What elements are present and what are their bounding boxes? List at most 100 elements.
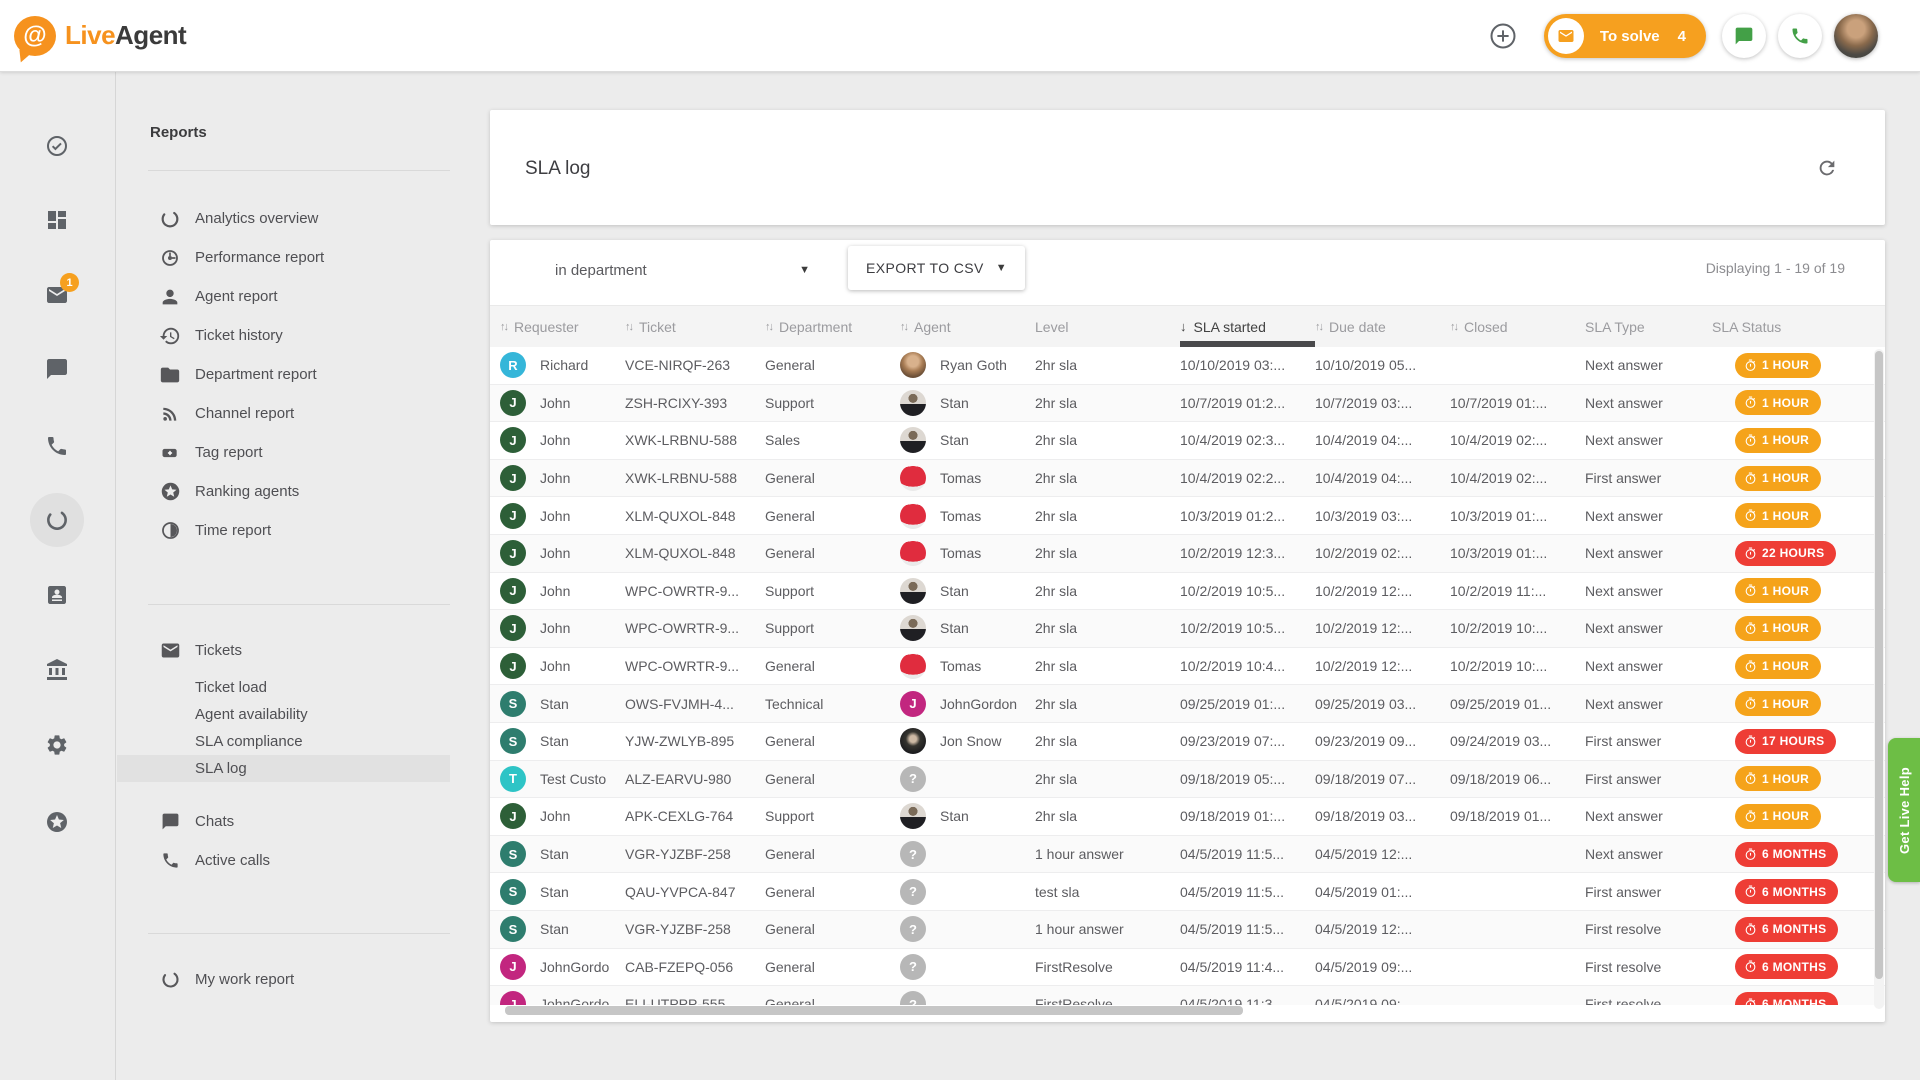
requester-avatar: S [500, 916, 526, 942]
menu-item-active-calls[interactable]: Active calls [117, 841, 450, 880]
table-row[interactable]: J John ZSH-RCIXY-393 Support Stan 2hr sl… [490, 385, 1885, 423]
requester-name: John [540, 620, 570, 636]
table-row[interactable]: S Stan YJW-ZWLYB-895 General Jon Snow 2h… [490, 723, 1885, 761]
table-row[interactable]: J JohnGordo ELI-UTPPP-555 General ? Firs… [490, 986, 1885, 1005]
menu-item-ranking-agents[interactable]: Ranking agents [117, 472, 450, 511]
mail-icon [1548, 18, 1584, 54]
menu-item-chats[interactable]: Chats [117, 802, 450, 841]
sla-type-cell: Next answer [1585, 696, 1712, 712]
rail-apps-button[interactable] [33, 798, 81, 846]
sla-type-cell: First answer [1585, 733, 1712, 749]
requester-name: John [540, 545, 570, 561]
rail-settings-button[interactable] [33, 721, 81, 769]
chats-button[interactable] [1722, 14, 1766, 58]
column-header-sla-type[interactable]: SLA Type [1585, 319, 1712, 335]
table-row[interactable]: J John XWK-LRBNU-588 General Tomas 2hr s… [490, 460, 1885, 498]
rail-calls-button[interactable] [33, 422, 81, 470]
sla-status-badge: 1 HOUR [1735, 654, 1821, 679]
table-row[interactable]: J John WPC-OWRTR-9... General Tomas 2hr … [490, 648, 1885, 686]
table-row[interactable]: J John WPC-OWRTR-9... Support Stan 2hr s… [490, 573, 1885, 611]
rail-chats-button[interactable] [33, 345, 81, 393]
menu-item-performance-report[interactable]: Performance report [117, 238, 450, 277]
requester-avatar: J [500, 615, 526, 641]
table-row[interactable]: T Test Custo ALZ-EARVU-980 General ? 2hr… [490, 761, 1885, 799]
rail-dashboard-button[interactable] [33, 196, 81, 244]
agent-avatar: J [900, 691, 926, 717]
plus-circle-icon [1488, 21, 1518, 51]
due-date-cell: 10/4/2019 04:... [1315, 432, 1450, 448]
column-header-requester[interactable]: ↑↓Requester [500, 319, 625, 335]
refresh-button[interactable] [1809, 150, 1845, 186]
table-row[interactable]: S Stan VGR-YJZBF-258 General ? 1 hour an… [490, 836, 1885, 874]
table-row[interactable]: R Richard VCE-NIRQF-263 General Ryan Got… [490, 347, 1885, 385]
menu-item-department-report[interactable]: Department report [117, 355, 450, 394]
due-date-cell: 10/7/2019 03:... [1315, 395, 1450, 411]
rail-tasks-button[interactable] [33, 122, 81, 170]
table-row[interactable]: J John XLM-QUXOL-848 General Tomas 2hr s… [490, 535, 1885, 573]
rail-contacts-button[interactable] [33, 571, 81, 619]
due-date-cell: 09/25/2019 03... [1315, 696, 1450, 712]
sla-status-badge: 1 HOUR [1735, 466, 1821, 491]
contact-card-icon [45, 583, 69, 607]
ticket-code: APK-CEXLG-764 [625, 808, 765, 824]
displaying-count: Displaying 1 - 19 of 19 [1706, 260, 1845, 276]
table-row[interactable]: J John WPC-OWRTR-9... Support Stan 2hr s… [490, 610, 1885, 648]
menu-subitem-agent-availability[interactable]: Agent availability [117, 701, 450, 728]
requester-name: John [540, 470, 570, 486]
menu-item-tickets[interactable]: Tickets [117, 631, 450, 670]
column-header-level[interactable]: Level [1035, 319, 1180, 335]
half-circle-icon [158, 519, 182, 543]
table-row[interactable]: S Stan OWS-FVJMH-4... Technical J JohnGo… [490, 685, 1885, 723]
liveagent-logo[interactable]: @ LiveAgent [14, 16, 186, 56]
menu-item-my-work-report[interactable]: My work report [117, 960, 450, 999]
column-header-agent[interactable]: ↑↓Agent [900, 319, 1035, 335]
menu-item-time-report[interactable]: Time report [117, 511, 450, 550]
column-header-department[interactable]: ↑↓Department [765, 319, 900, 335]
sla-status-badge: 6 MONTHS [1735, 954, 1838, 979]
table-row[interactable]: J John APK-CEXLG-764 Support Stan 2hr sl… [490, 798, 1885, 836]
department-cell: General [765, 545, 900, 561]
column-header-due-date[interactable]: ↑↓Due date [1315, 319, 1450, 335]
menu-subitem-ticket-load[interactable]: Ticket load [117, 674, 450, 701]
menu-item-agent-report[interactable]: Agent report [117, 277, 450, 316]
ticket-code: XLM-QUXOL-848 [625, 508, 765, 524]
agent-name: Tomas [940, 545, 981, 561]
horizontal-scrollbar-thumb[interactable] [505, 1006, 1243, 1015]
ticket-code: VGR-YJZBF-258 [625, 846, 765, 862]
dashboard-icon [45, 208, 69, 232]
export-to-csv-button[interactable]: EXPORT TO CSV ▼ [848, 246, 1025, 290]
table-row[interactable]: S Stan QAU-YVPCA-847 General ? test sla … [490, 873, 1885, 911]
requester-avatar: J [500, 803, 526, 829]
to-solve-button[interactable]: To solve 4 [1544, 14, 1706, 58]
table-row[interactable]: J JohnGordo CAB-FZEPQ-056 General ? Firs… [490, 949, 1885, 987]
vertical-scrollbar-thumb[interactable] [1875, 351, 1883, 979]
sla-type-cell: Next answer [1585, 545, 1712, 561]
user-avatar[interactable] [1834, 14, 1878, 58]
level-cell: FirstResolve [1035, 959, 1180, 975]
menu-item-channel-report[interactable]: Channel report [117, 394, 450, 433]
rail-reports-button[interactable] [33, 496, 81, 544]
department-filter-select[interactable]: in department ▼ [555, 254, 810, 286]
calls-button[interactable] [1778, 14, 1822, 58]
agent-avatar: ? [900, 991, 926, 1005]
get-live-help-tab[interactable]: Get Live Help [1888, 738, 1920, 882]
table-row[interactable]: J John XLM-QUXOL-848 General Tomas 2hr s… [490, 497, 1885, 535]
table-row[interactable]: S Stan VGR-YJZBF-258 General ? 1 hour an… [490, 911, 1885, 949]
requester-avatar: J [500, 540, 526, 566]
due-date-cell: 09/23/2019 09... [1315, 733, 1450, 749]
column-header-ticket[interactable]: ↑↓Ticket [625, 319, 765, 335]
table-row[interactable]: J John XWK-LRBNU-588 Sales Stan 2hr sla … [490, 422, 1885, 460]
column-header-sla-status[interactable]: SLA Status [1712, 319, 1885, 335]
menu-item-analytics-overview[interactable]: Analytics overview [117, 199, 450, 238]
menu-item-tag-report[interactable]: Tag report [117, 433, 450, 472]
menu-item-ticket-history[interactable]: Ticket history [117, 316, 450, 355]
due-date-cell: 10/3/2019 03:... [1315, 508, 1450, 524]
stopwatch-icon [1744, 810, 1757, 823]
column-header-sla-started[interactable]: ↓SLA started [1180, 319, 1315, 335]
menu-subitem-sla-compliance[interactable]: SLA compliance [117, 728, 450, 755]
menu-subitem-sla-log[interactable]: SLA log [117, 755, 450, 782]
liveagent-app: @ LiveAgent To solve 4 [0, 0, 1920, 1080]
rail-billing-button[interactable] [33, 646, 81, 694]
column-header-closed[interactable]: ↑↓Closed [1450, 319, 1585, 335]
add-button[interactable] [1480, 13, 1526, 59]
